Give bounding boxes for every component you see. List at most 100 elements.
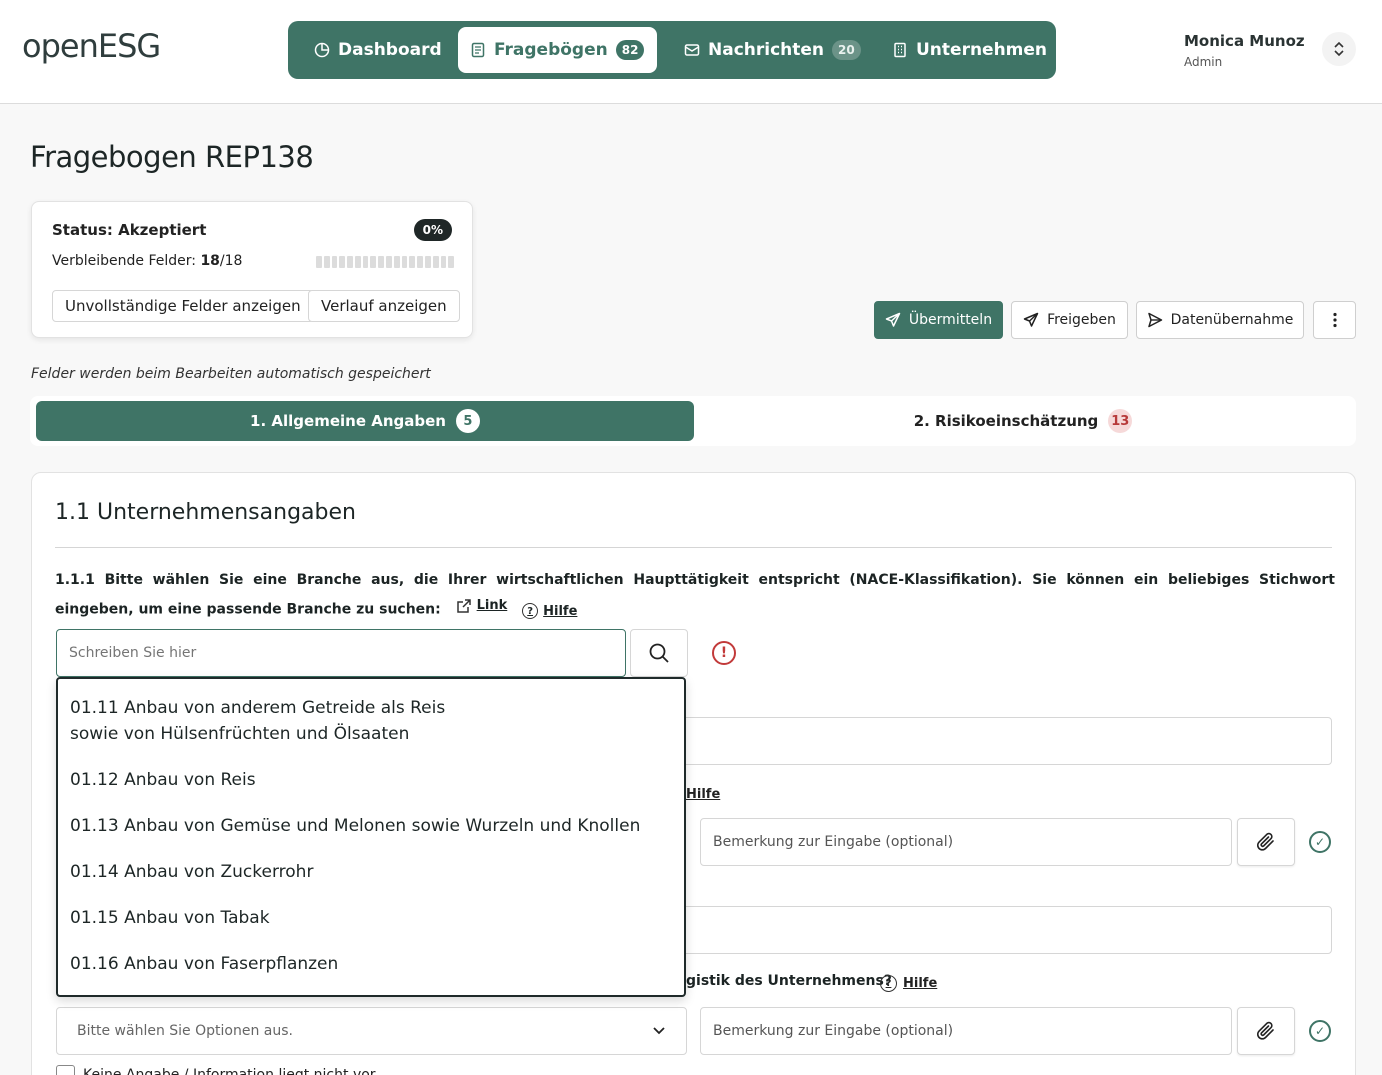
dropdown-option[interactable]: 01.14 Anbau von Zuckerrohr (70, 859, 313, 885)
status-card: Status: Akzeptiert 0% Verbleibende Felde… (31, 201, 473, 338)
tab-count-badge: 13 (1108, 409, 1133, 433)
nav-dashboard-label: Dashboard (338, 40, 442, 60)
progress-segment (432, 256, 439, 268)
user-role: Admin (1184, 55, 1223, 69)
progress-segment (424, 256, 431, 268)
inbox-icon (684, 44, 700, 56)
paperclip-icon (1256, 832, 1274, 851)
tab-allgemeine-angaben[interactable]: 1. Allgemeine Angaben 5 (36, 401, 694, 441)
progress-segment (362, 256, 369, 268)
nav-unternehmen-label: Unternehmen (916, 40, 1048, 60)
remaining-fields: Verbleibende Felder: 18/18 (52, 253, 242, 269)
progress-segment (378, 256, 385, 268)
hidden-help-link[interactable]: Hilfe (686, 787, 720, 802)
nav-nachrichten[interactable]: Nachrichten 20 (672, 27, 873, 73)
option-line: sowie von Hülsenfrüchten und Ölsaaten (70, 724, 410, 744)
progress-segment (440, 256, 447, 268)
section-divider (55, 547, 1332, 548)
section-tabs: 1. Allgemeine Angaben 5 2. Risikoeinschä… (30, 396, 1356, 446)
user-menu-toggle[interactable] (1322, 32, 1356, 66)
attach-button-1[interactable] (1237, 818, 1295, 866)
status-label: Status: Akzeptiert (52, 221, 207, 239)
search-icon (649, 643, 669, 663)
search-button[interactable] (630, 629, 688, 677)
remaining-total: /18 (219, 253, 243, 269)
progress-segment (401, 256, 408, 268)
question-help-2[interactable]: ? Hilfe (880, 975, 937, 992)
nav-nachrichten-label: Nachrichten (708, 40, 825, 60)
progress-segment (316, 256, 322, 268)
nav-unternehmen[interactable]: Unternehmen (880, 27, 1059, 73)
question-partial-text: gistik des Unternehmens? (686, 973, 892, 989)
show-incomplete-button[interactable]: Unvollständige Felder anzeigen (52, 290, 314, 322)
attach-button-2[interactable] (1237, 1007, 1295, 1055)
more-options-button[interactable] (1313, 301, 1356, 339)
question-link[interactable]: Link (456, 593, 508, 618)
submit-label: Übermitteln (908, 312, 993, 328)
nav-dashboard[interactable]: Dashboard (302, 27, 454, 73)
progress-segment (347, 256, 353, 268)
chevron-down-icon (653, 1027, 665, 1035)
nav-fragebogen-label: Fragebögen (494, 40, 608, 60)
progress-segment (339, 256, 346, 268)
progress-segment (370, 256, 377, 268)
checkbox-label: Keine Angabe / Information liegt nicht v… (83, 1066, 376, 1075)
remaining-count: 18 (200, 253, 220, 269)
nav-fragebogen[interactable]: Fragebögen 82 (458, 27, 657, 73)
paperclip-icon (1256, 1021, 1274, 1040)
logo-text: openESG (22, 27, 161, 65)
dropdown-option[interactable]: 01.11 Anbau von anderem Getreide als Rei… (70, 695, 445, 747)
progress-bar (316, 256, 455, 268)
dropdown-option[interactable]: 01.15 Anbau von Tabak (70, 905, 270, 931)
tab-label: 1. Allgemeine Angaben (250, 412, 446, 430)
progress-segment (331, 256, 338, 268)
progress-segment (409, 256, 416, 268)
pie-chart-icon (314, 42, 330, 58)
openesg-logo[interactable]: openESG (22, 27, 161, 65)
tab-risikoeinschaetzung[interactable]: 2. Risikoeinschätzung 13 (696, 401, 1350, 441)
building-icon (894, 42, 906, 58)
no-info-checkbox-row[interactable]: Keine Angabe / Information liegt nicht v… (56, 1065, 376, 1075)
question-1-1-1: 1.1.1 Bitte wählen Sie eine Branche aus,… (55, 568, 1335, 624)
remark-input-1[interactable]: Bemerkung zur Eingabe (optional) (700, 818, 1232, 866)
help-fragment: Hilfe (686, 787, 721, 802)
show-history-button[interactable]: Verlauf anzeigen (308, 290, 460, 322)
user-profile[interactable]: Monica Munoz Admin (1184, 32, 1305, 69)
help-icon: ? (880, 975, 897, 992)
submit-button[interactable]: Übermitteln (874, 301, 1003, 339)
dropdown-option[interactable]: 01.12 Anbau von Reis (70, 767, 256, 793)
share-button[interactable]: Freigeben (1011, 301, 1128, 339)
page-title: Fragebogen REP138 (30, 140, 314, 174)
remark-input-2[interactable]: Bemerkung zur Eingabe (optional) (700, 1007, 1232, 1055)
dropdown-option[interactable]: 01.13 Anbau von Gemüse und Melonen sowie… (70, 813, 640, 839)
autosave-note: Felder werden beim Bearbeiten automatisc… (31, 366, 431, 382)
question-help[interactable]: ? Hilfe (522, 599, 577, 624)
branch-suggestions-dropdown: 01.11 Anbau von anderem Getreide als Rei… (56, 677, 686, 997)
chevron-up-down-icon (1334, 41, 1344, 57)
data-import-button[interactable]: Datenübernahme (1136, 301, 1304, 339)
link-label: Link (476, 598, 508, 613)
main-navigation: Dashboard Fragebögen 82 Nachrichten 20 U… (288, 21, 1056, 79)
user-name: Monica Munoz (1184, 32, 1305, 50)
send-icon (1023, 312, 1039, 327)
text-field-2[interactable] (632, 906, 1332, 954)
paper-plane-icon (1147, 312, 1162, 328)
check-circle-icon: ✓ (1309, 1020, 1331, 1042)
progress-segment (393, 256, 400, 268)
dropdown-option[interactable]: 01.16 Anbau von Faserpflanzen (70, 951, 338, 977)
data-import-label: Datenübernahme (1170, 312, 1294, 328)
checkbox[interactable] (56, 1065, 75, 1075)
progress-segment (354, 256, 361, 268)
send-icon (885, 312, 901, 327)
select-placeholder: Bitte wählen Sie Optionen aus. (77, 1023, 293, 1039)
options-select[interactable]: Bitte wählen Sie Optionen aus. (56, 1007, 687, 1055)
remaining-label: Verbleibende Felder: (52, 253, 196, 269)
progress-segment (448, 256, 455, 268)
nav-nachrichten-badge: 20 (832, 40, 861, 60)
section-title: 1.1 Unternehmensangaben (55, 500, 356, 525)
text-field[interactable] (632, 717, 1332, 765)
branch-search-input[interactable] (56, 629, 626, 677)
nav-fragebogen-badge: 82 (615, 40, 645, 60)
tab-label: 2. Risikoeinschätzung (913, 412, 1099, 430)
help-label: Hilfe (903, 976, 938, 991)
